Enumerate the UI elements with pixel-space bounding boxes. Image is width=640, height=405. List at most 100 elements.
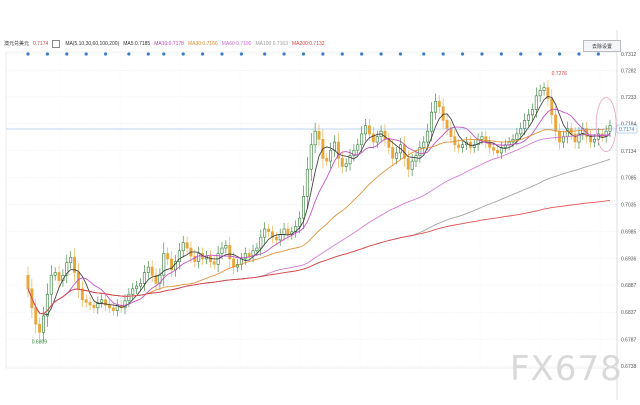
y-tick-label: 0.7282 <box>621 68 637 74</box>
candle-body <box>523 120 527 129</box>
event-dot <box>263 52 267 56</box>
candle-body <box>286 228 290 235</box>
candle-body <box>449 128 453 137</box>
candle-body <box>480 136 484 140</box>
candle-body <box>197 253 201 262</box>
candle-body <box>364 125 368 135</box>
candle-body <box>530 109 534 116</box>
legend-symbol: 澳元兑美元 <box>4 41 30 47</box>
candle-body <box>302 196 305 219</box>
candle-body <box>426 130 430 143</box>
candle-body <box>111 307 115 311</box>
candle-body <box>395 152 399 159</box>
candle-body <box>57 272 61 281</box>
candle-body <box>406 158 410 170</box>
candle-body <box>340 158 344 167</box>
candle-body <box>453 136 457 146</box>
candle-body <box>220 247 224 254</box>
candle-body <box>593 139 596 143</box>
candle-body <box>325 158 329 162</box>
candle-body <box>383 130 387 140</box>
chart-legend: 澳元兑美元 0.7174 MA(5,10,30,60,100,200) MA5:… <box>4 38 325 50</box>
candle-body <box>488 141 492 148</box>
y-tick-label: 0.7312 <box>621 52 637 58</box>
watermark-logo: FX678 <box>510 349 623 389</box>
event-dot <box>460 52 465 56</box>
event-dot <box>146 52 150 56</box>
candle-body <box>42 315 45 333</box>
candle-body <box>344 163 348 167</box>
reset-settings-button[interactable]: 去除设置 <box>583 40 621 52</box>
candle-body <box>224 245 228 249</box>
candle-body <box>146 266 150 273</box>
candle-body <box>34 307 38 325</box>
legend-item-ma10: MA10:0.7178 <box>154 41 184 47</box>
candle-body <box>267 228 271 233</box>
event-dot <box>519 52 523 56</box>
ma-line-ma200 <box>27 199 611 315</box>
candle-body <box>492 147 496 151</box>
candle-body <box>371 133 375 143</box>
candle-body <box>282 228 286 235</box>
legend-item-ma30: MA30:0.7166 <box>187 41 218 47</box>
candle-body <box>247 253 251 257</box>
candle-body <box>92 304 96 309</box>
candle-body <box>212 261 216 265</box>
y-tick-label: 0.6887 <box>621 283 637 289</box>
candle-body <box>360 133 364 146</box>
plot-frame <box>5 51 618 369</box>
event-dot <box>480 52 484 56</box>
event-dot <box>577 52 581 56</box>
candle-body <box>317 130 321 140</box>
candle-body <box>484 136 488 143</box>
last-price-label: 0.7174 <box>619 127 635 133</box>
candle-body <box>430 111 433 132</box>
candle-body <box>542 87 546 91</box>
y-tick-label: 0.6738 <box>621 364 637 370</box>
candle-body <box>139 283 142 287</box>
candle-body <box>558 130 562 143</box>
candle-body <box>298 217 302 227</box>
event-dot <box>282 52 286 56</box>
event-dot <box>321 52 325 56</box>
event-dot <box>379 52 383 56</box>
candle-body <box>259 236 263 249</box>
candle-body <box>391 147 395 159</box>
candle-body <box>166 253 170 260</box>
legend-ma-params: MA(5,10,30,60,100,200) <box>65 41 120 47</box>
kline-chart: 0.7312 0.7282 0.7233 0.7184 0.7134 0.7085 0.70… <box>0 0 640 400</box>
candle-body <box>367 125 371 135</box>
candle-body <box>437 100 441 108</box>
candle-body <box>26 274 30 290</box>
y-tick-label: 0.7233 <box>621 95 637 101</box>
event-dot <box>538 52 542 56</box>
event-dot <box>340 52 344 56</box>
ma-line-ma60 <box>27 134 611 315</box>
candle-body <box>131 288 135 295</box>
candle-body <box>150 266 154 276</box>
candle-body <box>100 299 104 303</box>
chart-canvas: 0.73120.72820.72330.71840.71340.70850.70… <box>5 30 638 400</box>
legend-item-ma100: MA100:0.7163 <box>255 41 288 47</box>
candle-body <box>561 136 565 143</box>
candle-body <box>232 258 236 268</box>
y-tick-label: 0.6985 <box>621 230 637 236</box>
candle-body <box>445 120 449 129</box>
candle-body <box>356 144 360 151</box>
candle-body <box>375 136 379 143</box>
legend-checkbox-icon[interactable] <box>52 40 61 48</box>
candle-body <box>181 242 185 252</box>
event-dot <box>499 52 503 56</box>
legend-item-ma200: MA200:0.7132 <box>292 41 325 47</box>
candle-body <box>108 304 111 309</box>
candle-body <box>534 95 538 110</box>
event-dot <box>441 52 445 56</box>
candle-body <box>441 106 445 121</box>
candle-body <box>589 136 593 143</box>
event-dot <box>301 52 306 56</box>
y-tick-label: 0.6787 <box>621 337 637 343</box>
event-dot <box>360 52 364 56</box>
price-annotation: 0.7276 <box>552 71 568 77</box>
event-dot <box>45 52 50 56</box>
y-tick-label: 0.6936 <box>621 256 637 262</box>
